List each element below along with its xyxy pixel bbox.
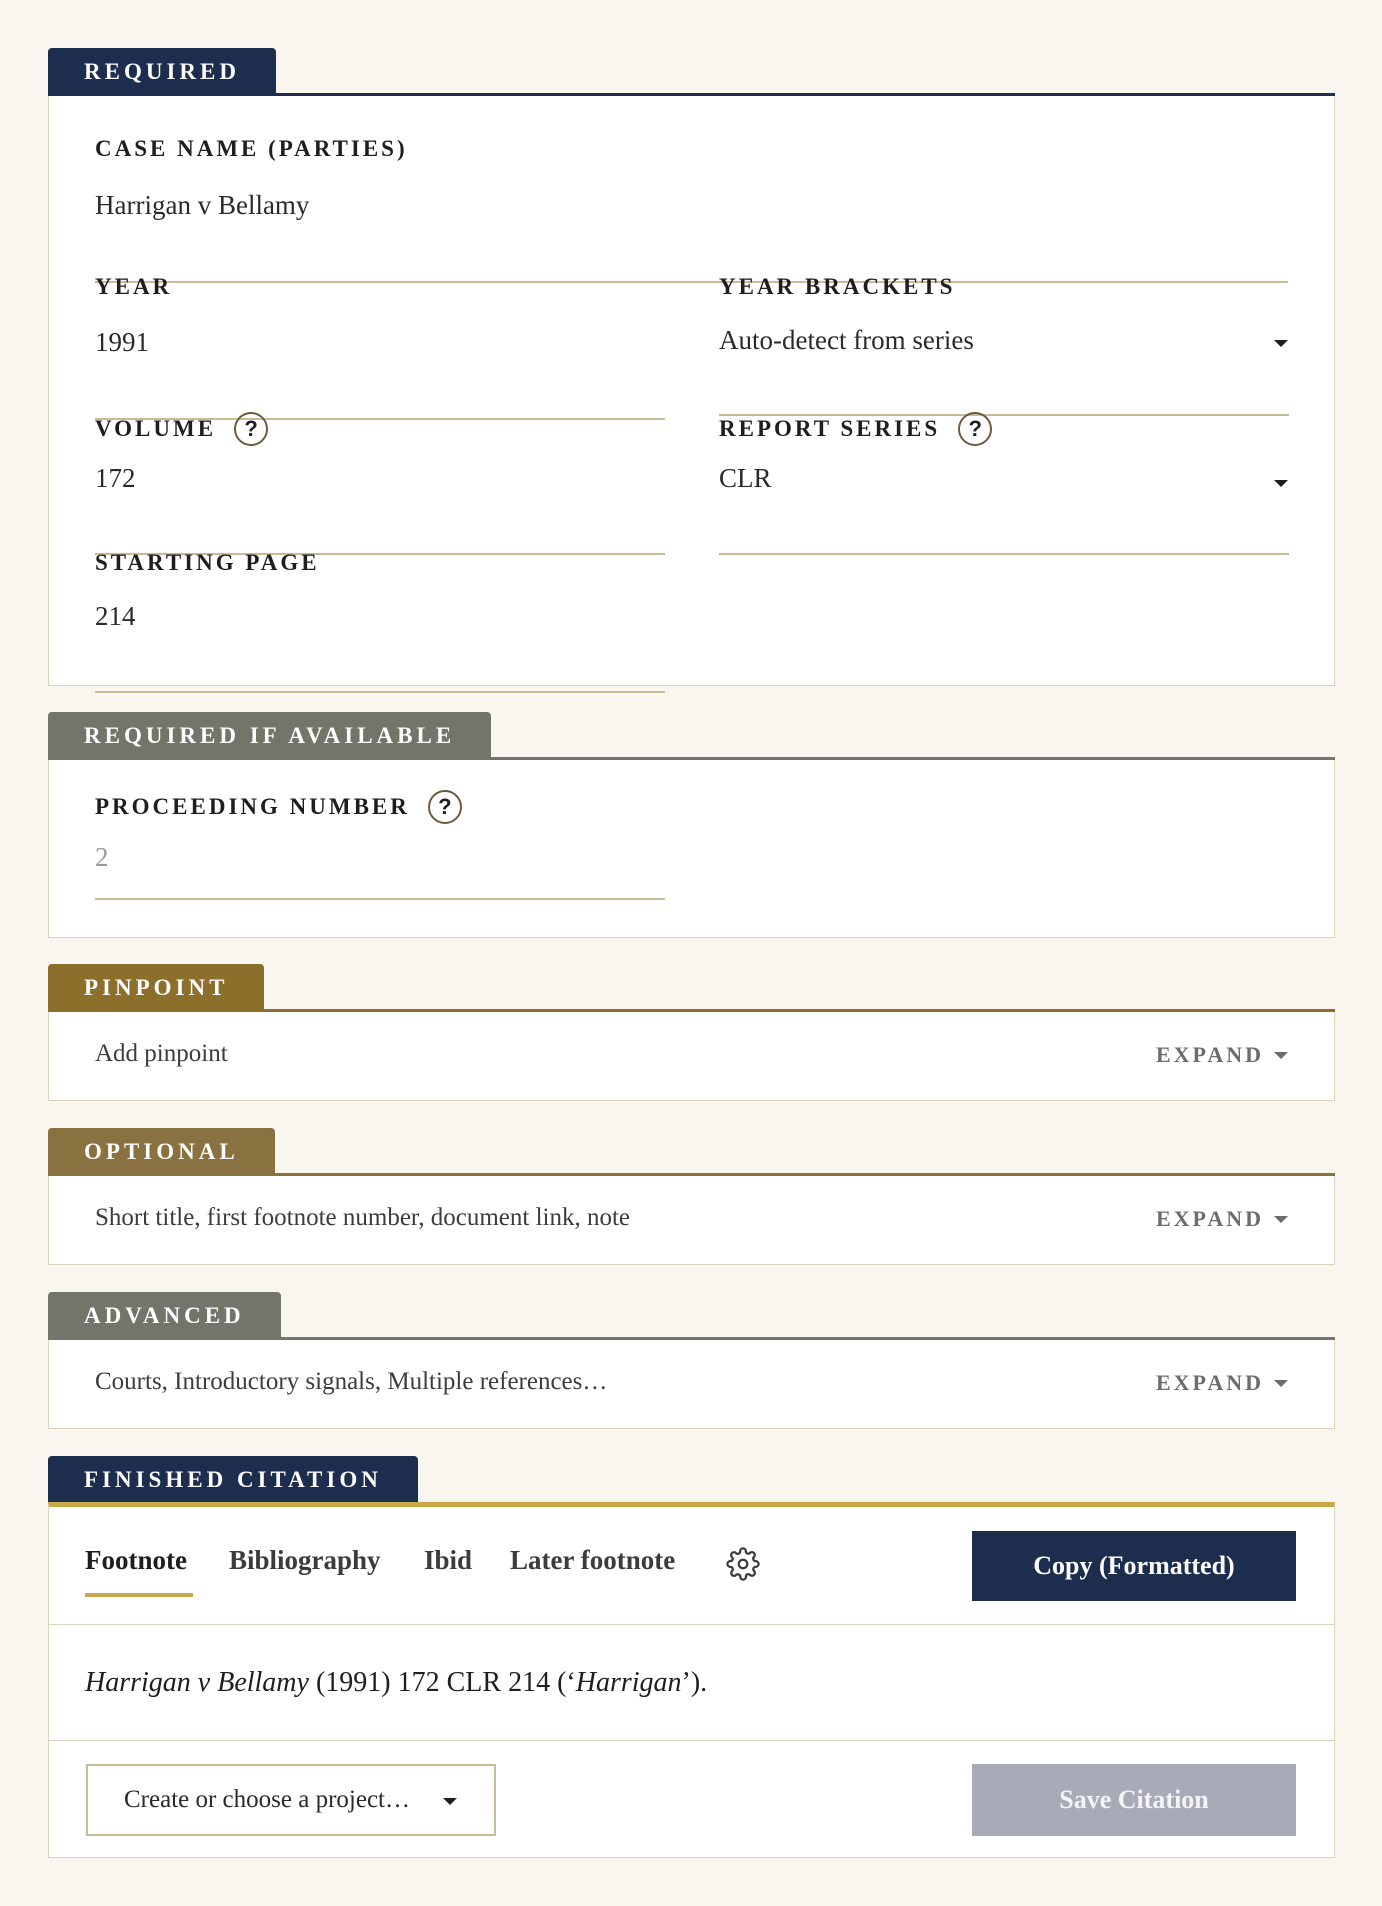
tab-footnote-underline: [85, 1593, 193, 1597]
case-name-label-text: CASE NAME (PARTIES): [95, 136, 408, 161]
tab-footnote[interactable]: Footnote: [85, 1545, 187, 1576]
finished-citation-title: FINISHED CITATION: [84, 1467, 382, 1492]
optional-body[interactable]: Short title, first footnote number, docu…: [48, 1176, 1335, 1265]
optional-expand-button[interactable]: EXPAND: [1156, 1206, 1288, 1232]
year-input[interactable]: 1991: [95, 327, 149, 358]
proceeding-number-help-icon[interactable]: ?: [427, 790, 462, 824]
optional-title: OPTIONAL: [84, 1139, 239, 1164]
case-name-underline: [95, 281, 1288, 283]
citation-output: Harrigan v Bellamy (1991) 172 CLR 214 (‘…: [85, 1667, 707, 1699]
optional-section: OPTIONAL Short title, first footnote num…: [48, 1128, 1335, 1265]
tab-ibid[interactable]: Ibid: [424, 1545, 472, 1576]
pinpoint-body[interactable]: Add pinpoint EXPAND: [48, 1012, 1335, 1101]
project-select-caret-down-icon: [443, 1798, 457, 1805]
starting-page-input[interactable]: 214: [95, 601, 136, 632]
year-label-text: YEAR: [95, 274, 173, 299]
year-brackets-label: YEAR BRACKETS: [719, 274, 955, 300]
volume-help-icon[interactable]: ?: [234, 412, 269, 446]
advanced-title: ADVANCED: [84, 1303, 245, 1328]
case-name-input[interactable]: Harrigan v Bellamy: [95, 190, 309, 221]
advanced-expand-label: EXPAND: [1155, 1370, 1264, 1395]
gear-icon[interactable]: [726, 1547, 760, 1581]
tabs-divider: [49, 1624, 1334, 1625]
finished-citation-section: FINISHED CITATION Footnote Bibliography …: [48, 1456, 1335, 1858]
required-if-available-tab: REQUIRED IF AVAILABLE: [48, 712, 492, 760]
proceeding-number-input[interactable]: 2: [95, 842, 109, 873]
optional-expand-label: EXPAND: [1155, 1206, 1264, 1231]
year-brackets-select[interactable]: Auto-detect from series: [719, 325, 974, 356]
advanced-caret-down-icon: [1274, 1379, 1288, 1387]
required-section-title: REQUIRED: [84, 59, 240, 84]
pinpoint-caret-down-icon: [1274, 1051, 1288, 1059]
required-if-available-section: REQUIRED IF AVAILABLE PROCEEDING NUMBER …: [48, 712, 1335, 938]
finished-citation-tab: FINISHED CITATION: [48, 1456, 418, 1504]
report-series-label-text: REPORT SERIES: [719, 416, 941, 441]
year-brackets-caret-down-icon[interactable]: [1274, 340, 1288, 347]
advanced-tab: ADVANCED: [48, 1292, 281, 1340]
citation-divider: [49, 1740, 1334, 1741]
case-name-label: CASE NAME (PARTIES): [95, 136, 408, 162]
starting-page-underline: [95, 691, 665, 693]
required-section-body: CASE NAME (PARTIES) Harrigan v Bellamy Y…: [48, 96, 1335, 693]
starting-page-label-text: STARTING PAGE: [95, 550, 320, 575]
pinpoint-summary: Add pinpoint: [95, 1040, 228, 1067]
required-section: REQUIRED CASE NAME (PARTIES) Harrigan v …: [48, 48, 1335, 693]
optional-tab: OPTIONAL: [48, 1128, 275, 1176]
proceeding-number-label-text: PROCEEDING NUMBER: [95, 794, 410, 819]
report-series-help-icon[interactable]: ?: [958, 412, 993, 446]
tab-bibliography[interactable]: Bibliography: [229, 1545, 381, 1576]
finished-citation-body: Footnote Bibliography Ibid Later footnot…: [48, 1502, 1335, 1858]
advanced-summary: Courts, Introductory signals, Multiple r…: [95, 1368, 608, 1395]
volume-label: VOLUME ?: [95, 412, 269, 446]
tab-later-footnote[interactable]: Later footnote: [510, 1545, 675, 1576]
citation-reference: (1991) 172 CLR 214 (‘: [308, 1667, 576, 1698]
starting-page-label: STARTING PAGE: [95, 550, 320, 576]
optional-summary: Short title, first footnote number, docu…: [95, 1204, 631, 1231]
advanced-section: ADVANCED Courts, Introductory signals, M…: [48, 1292, 1335, 1429]
volume-label-text: VOLUME: [95, 416, 217, 441]
optional-caret-down-icon: [1274, 1215, 1288, 1223]
required-if-available-title: REQUIRED IF AVAILABLE: [84, 723, 456, 748]
report-series-select[interactable]: CLR: [719, 463, 772, 494]
citation-case-name: Harrigan v Bellamy: [85, 1667, 309, 1698]
report-series-caret-down-icon[interactable]: [1274, 480, 1288, 487]
pinpoint-section: PINPOINT Add pinpoint EXPAND: [48, 964, 1335, 1101]
project-select[interactable]: Create or choose a project…: [86, 1764, 496, 1836]
report-series-label: REPORT SERIES ?: [719, 412, 993, 446]
pinpoint-title: PINPOINT: [84, 975, 229, 1000]
citation-short-title: Harrigan: [575, 1667, 682, 1698]
report-series-underline: [719, 553, 1289, 555]
proceeding-number-underline: [95, 898, 665, 900]
advanced-body[interactable]: Courts, Introductory signals, Multiple r…: [48, 1340, 1335, 1429]
pinpoint-expand-label: EXPAND: [1155, 1042, 1264, 1067]
proceeding-number-label: PROCEEDING NUMBER ?: [95, 790, 462, 824]
required-if-available-body: PROCEEDING NUMBER ? 2: [48, 760, 1335, 938]
copy-formatted-button[interactable]: Copy (Formatted): [972, 1531, 1296, 1601]
project-select-text: Create or choose a project…: [124, 1786, 410, 1813]
advanced-expand-button[interactable]: EXPAND: [1156, 1370, 1288, 1396]
pinpoint-tab: PINPOINT: [48, 964, 265, 1012]
save-citation-button[interactable]: Save Citation: [972, 1764, 1296, 1836]
required-section-tab: REQUIRED: [48, 48, 276, 96]
year-brackets-label-text: YEAR BRACKETS: [719, 274, 956, 299]
pinpoint-expand-button[interactable]: EXPAND: [1156, 1042, 1288, 1068]
volume-input[interactable]: 172: [95, 463, 136, 494]
year-label: YEAR: [95, 274, 172, 300]
citation-closing: ’).: [681, 1667, 708, 1698]
